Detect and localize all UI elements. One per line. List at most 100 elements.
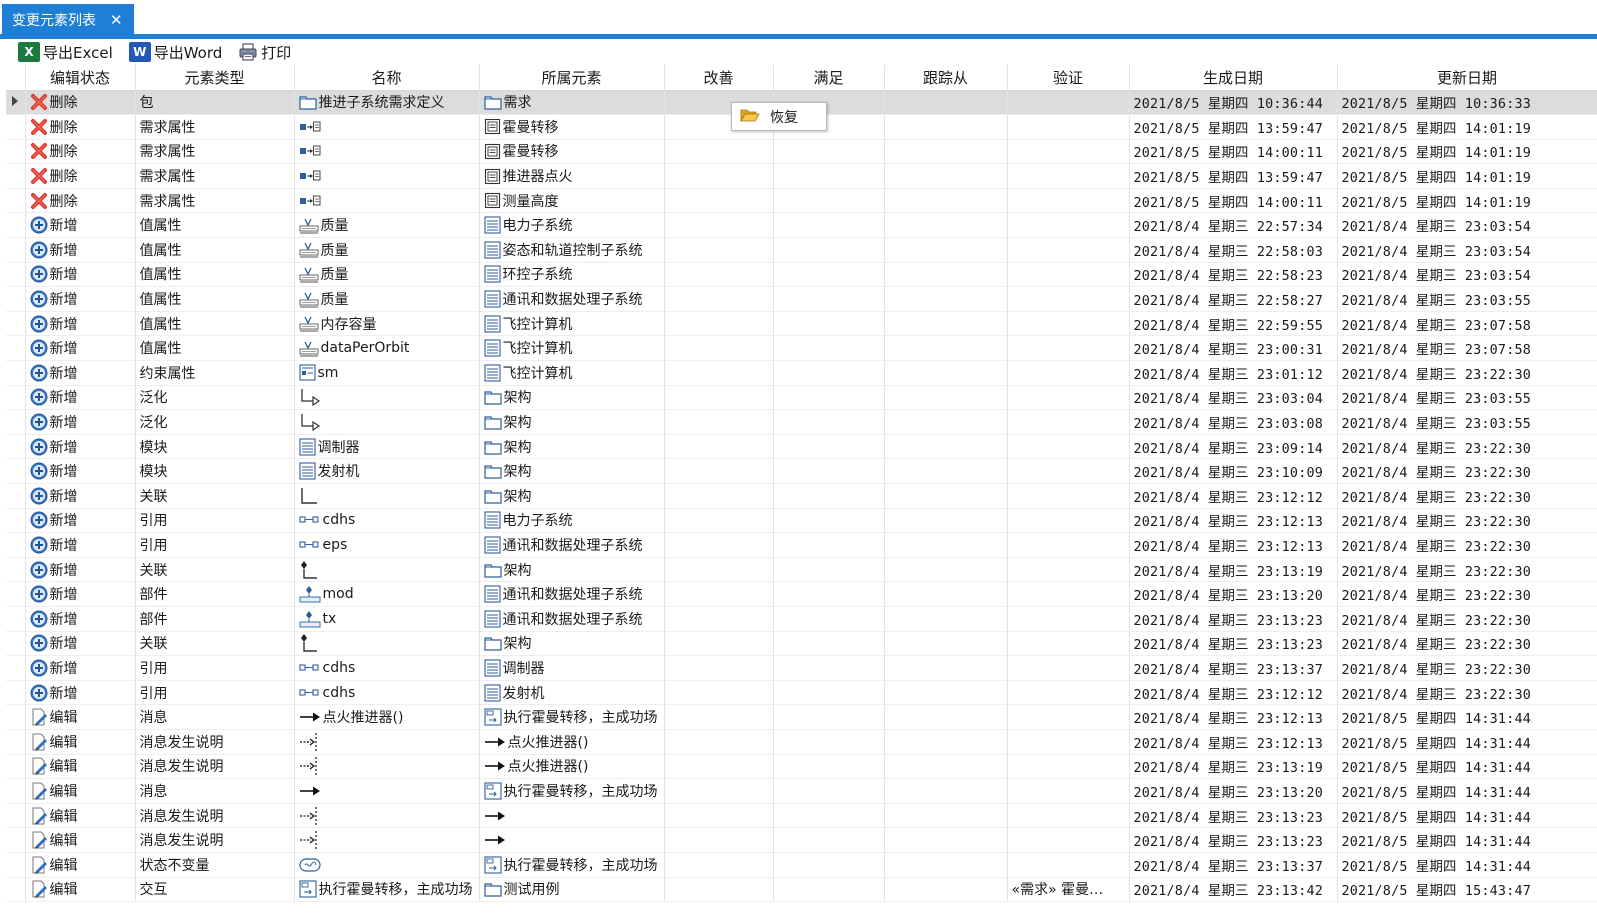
verify-cell[interactable]: [1007, 581, 1130, 607]
owner-cell[interactable]: 执行霍曼转移，主成功场: [479, 778, 665, 804]
table-row[interactable]: 新增 部件 mod 通讯和数据处理子系统 2021/8/4 星期三 23:13:20 20…: [6, 581, 1597, 607]
improve-cell[interactable]: [664, 212, 774, 239]
improve-cell[interactable]: [664, 631, 774, 657]
element-type-cell[interactable]: 交互: [135, 877, 295, 903]
name-cell[interactable]: mod: [294, 581, 480, 607]
verify-cell[interactable]: [1007, 852, 1130, 878]
improve-cell[interactable]: [664, 458, 774, 484]
table-row[interactable]: 编辑 消息发生说明 点火推进器() 2021/8/4 星期三 23:13:19 2021…: [6, 754, 1597, 780]
element-type-cell[interactable]: 关联: [135, 557, 295, 583]
name-cell[interactable]: [294, 729, 480, 755]
close-icon[interactable]: ✕: [110, 11, 123, 29]
updated-date-cell[interactable]: 2021/8/4 星期三 23:22:30: [1337, 483, 1597, 509]
updated-date-cell[interactable]: 2021/8/4 星期三 23:22:30: [1337, 360, 1597, 386]
owner-cell[interactable]: 架构: [479, 434, 665, 460]
satisfy-cell[interactable]: [773, 778, 885, 804]
row-selector[interactable]: [6, 114, 26, 140]
owner-cell[interactable]: 飞控计算机: [479, 360, 665, 386]
owner-cell[interactable]: 架构: [479, 557, 665, 583]
created-date-cell[interactable]: 2021/8/4 星期三 22:58:03: [1129, 237, 1338, 263]
name-cell[interactable]: cdhs: [294, 680, 480, 706]
owner-cell[interactable]: 通讯和数据处理子系统: [479, 286, 665, 312]
owner-cell[interactable]: 需求: [479, 90, 665, 116]
table-row[interactable]: 新增 引用 cdhs 发射机 2021/8/4 星期三 23:12:12 2021/8/4…: [6, 680, 1597, 706]
name-cell[interactable]: [294, 188, 480, 214]
satisfy-cell[interactable]: [773, 237, 885, 263]
edit-status-cell[interactable]: 新增: [25, 434, 136, 460]
satisfy-cell[interactable]: [773, 458, 885, 484]
name-cell[interactable]: cdhs: [294, 655, 480, 681]
improve-cell[interactable]: [664, 852, 774, 878]
satisfy-cell[interactable]: [773, 335, 885, 362]
owner-cell[interactable]: 测量高度: [479, 188, 665, 214]
edit-status-cell[interactable]: 编辑: [25, 827, 136, 853]
name-cell[interactable]: [294, 557, 480, 583]
table-row[interactable]: 新增 引用 cdhs 电力子系统 2021/8/4 星期三 23:12:13 2021/8…: [6, 508, 1597, 534]
trace-cell[interactable]: [884, 139, 1008, 165]
verify-cell[interactable]: [1007, 606, 1130, 632]
owner-cell[interactable]: 霍曼转移: [479, 114, 665, 140]
improve-cell[interactable]: [664, 139, 774, 165]
satisfy-cell[interactable]: [773, 581, 885, 607]
edit-status-cell[interactable]: 新增: [25, 655, 136, 681]
updated-date-cell[interactable]: 2021/8/5 星期四 15:43:47: [1337, 877, 1597, 903]
row-selector[interactable]: [6, 237, 26, 263]
updated-date-cell[interactable]: 2021/8/5 星期四 14:31:44: [1337, 803, 1597, 829]
edit-status-cell[interactable]: 删除: [25, 163, 136, 189]
verify-cell[interactable]: [1007, 729, 1130, 755]
trace-cell[interactable]: [884, 532, 1008, 558]
updated-date-cell[interactable]: 2021/8/4 星期三 23:07:58: [1337, 311, 1597, 337]
row-selector[interactable]: [6, 754, 26, 780]
edit-status-cell[interactable]: 新增: [25, 483, 136, 509]
edit-status-cell[interactable]: 新增: [25, 237, 136, 263]
trace-cell[interactable]: [884, 212, 1008, 239]
updated-date-cell[interactable]: 2021/8/4 星期三 23:03:55: [1337, 385, 1597, 411]
verify-cell[interactable]: [1007, 655, 1130, 681]
table-row[interactable]: 新增 引用 cdhs 调制器 2021/8/4 星期三 23:13:37 2021/8/4…: [6, 655, 1597, 681]
name-cell[interactable]: [294, 163, 480, 189]
element-type-cell[interactable]: 消息发生说明: [135, 729, 295, 755]
name-cell[interactable]: 质量: [294, 262, 480, 288]
row-selector[interactable]: [6, 262, 26, 288]
element-type-cell[interactable]: 消息发生说明: [135, 827, 295, 853]
trace-cell[interactable]: [884, 114, 1008, 140]
created-date-cell[interactable]: 2021/8/4 星期三 23:01:12: [1129, 360, 1338, 386]
owner-cell[interactable]: 架构: [479, 631, 665, 657]
improve-cell[interactable]: [664, 262, 774, 288]
element-type-cell[interactable]: 需求属性: [135, 139, 295, 165]
table-row[interactable]: 编辑 消息发生说明 2021/8/4 星期三 23:13:23 2021/8/5 星期…: [6, 827, 1597, 853]
created-date-cell[interactable]: 2021/8/4 星期三 22:58:27: [1129, 286, 1338, 312]
edit-status-cell[interactable]: 新增: [25, 409, 136, 435]
name-cell[interactable]: [294, 631, 480, 657]
owner-cell[interactable]: 电力子系统: [479, 212, 665, 239]
owner-cell[interactable]: [479, 827, 665, 853]
updated-date-cell[interactable]: 2021/8/5 星期四 10:36:33: [1337, 90, 1597, 116]
owner-cell[interactable]: 执行霍曼转移，主成功场: [479, 852, 665, 878]
edit-status-cell[interactable]: 新增: [25, 532, 136, 558]
element-type-cell[interactable]: 值属性: [135, 286, 295, 312]
verify-cell[interactable]: [1007, 286, 1130, 312]
trace-cell[interactable]: [884, 729, 1008, 755]
name-cell[interactable]: 调制器: [294, 434, 480, 460]
print-button[interactable]: 打印: [238, 42, 291, 63]
row-selector[interactable]: [6, 606, 26, 632]
created-date-cell[interactable]: 2021/8/4 星期三 23:10:09: [1129, 458, 1338, 484]
improve-cell[interactable]: [664, 311, 774, 337]
table-row[interactable]: 新增 泛化 架构 2021/8/4 星期三 23:03:04 2021/8/4 星期三 …: [6, 385, 1597, 411]
name-cell[interactable]: dataPerOrbit: [294, 335, 480, 362]
element-type-cell[interactable]: 引用: [135, 508, 295, 534]
verify-cell[interactable]: [1007, 778, 1130, 804]
edit-status-cell[interactable]: 新增: [25, 311, 136, 337]
name-cell[interactable]: tx: [294, 606, 480, 632]
created-date-cell[interactable]: 2021/8/4 星期三 23:13:23: [1129, 631, 1338, 657]
satisfy-cell[interactable]: [773, 729, 885, 755]
satisfy-cell[interactable]: [773, 139, 885, 165]
improve-cell[interactable]: [664, 557, 774, 583]
verify-cell[interactable]: [1007, 311, 1130, 337]
element-type-cell[interactable]: 值属性: [135, 335, 295, 362]
updated-date-cell[interactable]: 2021/8/5 星期四 14:31:44: [1337, 704, 1597, 730]
element-type-cell[interactable]: 模块: [135, 434, 295, 460]
trace-cell[interactable]: [884, 188, 1008, 214]
verify-cell[interactable]: [1007, 631, 1130, 657]
name-cell[interactable]: 推进子系统需求定义: [294, 90, 480, 116]
